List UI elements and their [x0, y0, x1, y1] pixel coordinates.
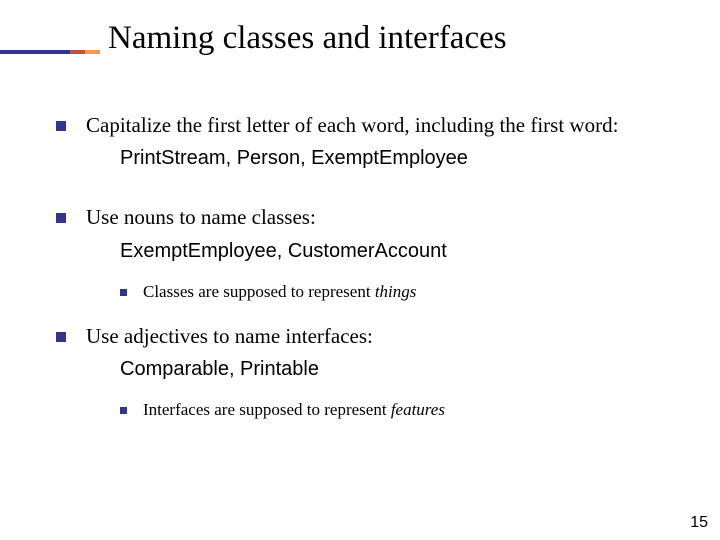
title-accent-bar — [0, 50, 100, 54]
bullet-icon — [120, 289, 127, 296]
list-item-text: Use adjectives to name interfaces: — [86, 323, 373, 350]
page-title: Naming classes and interfaces — [108, 20, 507, 57]
content-area: Capitalize the first letter of each word… — [56, 112, 676, 441]
example-text: Comparable, Printable — [120, 358, 676, 381]
accent-seg-orange — [85, 50, 100, 54]
sub-item-lead: Interfaces are supposed to represent — [143, 400, 391, 419]
sub-item-text: Interfaces are supposed to represent fea… — [143, 399, 445, 421]
page-number: 15 — [690, 514, 708, 532]
example-text: PrintStream, Person, ExemptEmployee — [120, 147, 676, 170]
bullet-icon — [56, 121, 66, 131]
example-text: ExemptEmployee, CustomerAccount — [120, 240, 676, 263]
sub-item-text: Classes are supposed to represent things — [143, 281, 416, 303]
sub-list-item: Interfaces are supposed to represent fea… — [120, 399, 676, 421]
accent-seg-red — [70, 50, 85, 54]
list-item-text: Capitalize the first letter of each word… — [86, 112, 618, 139]
list-item: Capitalize the first letter of each word… — [56, 112, 676, 139]
accent-seg-blue — [0, 50, 70, 54]
sub-item-lead: Classes are supposed to represent — [143, 282, 375, 301]
bullet-icon — [56, 213, 66, 223]
bullet-icon — [56, 332, 66, 342]
sub-list-item: Classes are supposed to represent things — [120, 281, 676, 303]
sub-item-ital: features — [391, 400, 445, 419]
list-item-text: Use nouns to name classes: — [86, 204, 316, 231]
list-item: Use nouns to name classes: — [56, 204, 676, 231]
list-item: Use adjectives to name interfaces: — [56, 323, 676, 350]
sub-item-ital: things — [375, 282, 417, 301]
bullet-icon — [120, 407, 127, 414]
